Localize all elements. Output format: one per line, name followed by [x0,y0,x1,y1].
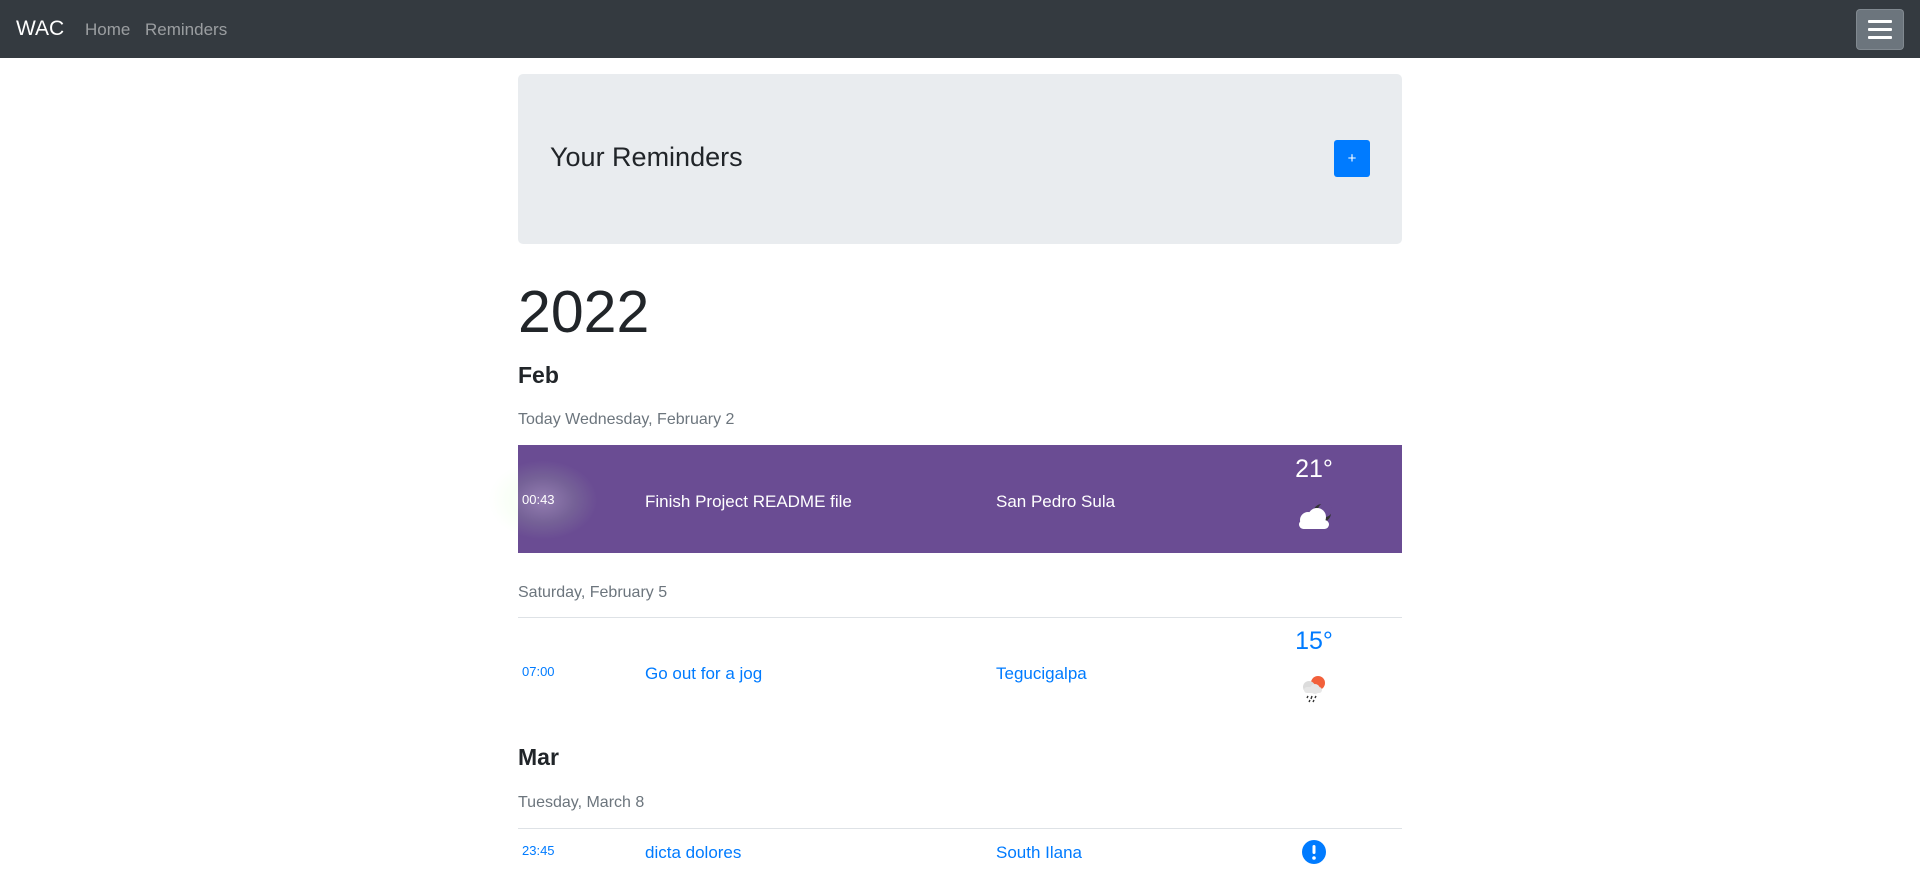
alert-icon [1294,839,1334,865]
hamburger-icon [1868,20,1892,23]
add-reminder-button[interactable]: + [1334,140,1370,177]
navbar-toggler-button[interactable] [1856,9,1904,50]
hamburger-icon-bar [1868,28,1892,31]
reminder-row[interactable]: 07:00 Go out for a jog Tegucigalpa 15° [518,622,1402,730]
reminder-time[interactable]: 23:45 [522,843,555,859]
reminder-row-highlighted[interactable]: 00:43 Finish Project README file San Ped… [488,445,1402,553]
reminder-city[interactable]: South Ilana [996,843,1082,863]
sun-rain-icon [1294,672,1334,708]
hamburger-icon-bar [1868,36,1892,39]
reminder-temperature: 21° [1295,455,1333,483]
reminder-title[interactable]: Finish Project README file [645,492,852,512]
brand-logo[interactable]: WAC [16,17,64,41]
reminder-time: 00:43 [522,492,555,507]
month-heading-feb: Feb [518,362,559,388]
divider [518,617,1402,618]
reminder-temperature: 15° [1295,627,1333,655]
reminders-header: Your Reminders + [518,74,1402,244]
day-label-saturday: Saturday, February 5 [518,584,668,601]
day-label-today: Today Wednesday, February 2 [518,411,735,428]
page-title: Your Reminders [550,142,743,172]
reminder-title[interactable]: dicta dolores [645,843,741,863]
night-cloudy-icon [1294,500,1334,532]
reminder-city[interactable]: Tegucigalpa [996,664,1087,684]
nav-link-reminders[interactable]: Reminders [145,20,227,40]
reminder-city[interactable]: San Pedro Sula [996,492,1115,512]
month-heading-mar: Mar [518,744,559,770]
year-heading: 2022 [518,279,650,345]
reminder-time[interactable]: 07:00 [522,664,555,680]
navbar: WAC Home Reminders [0,0,1920,58]
day-label-tuesday: Tuesday, March 8 [518,794,645,811]
reminder-title[interactable]: Go out for a jog [645,664,762,684]
divider [518,828,1402,829]
reminder-row[interactable]: 23:45 dicta dolores South Ilana [518,832,1402,869]
nav-link-home[interactable]: Home [85,20,130,40]
